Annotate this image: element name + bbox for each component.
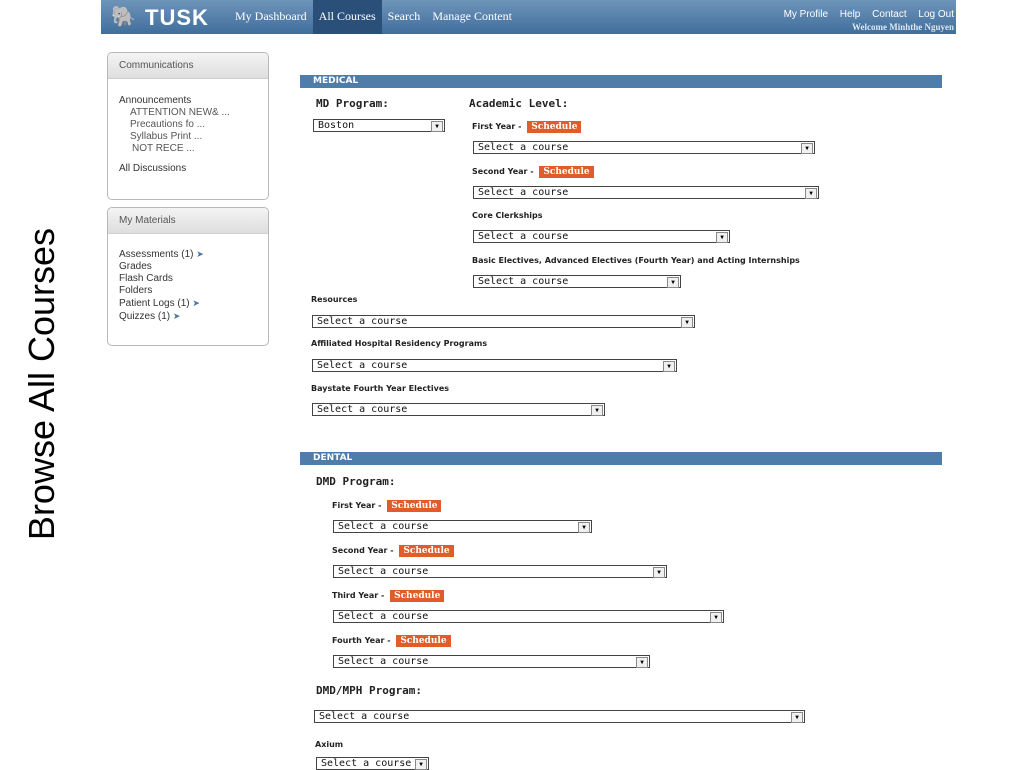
materials-item-flash-cards[interactable]: Flash Cards xyxy=(119,273,257,285)
dental-second-year-select[interactable]: Select a course ▼ xyxy=(333,565,667,578)
baystate-select[interactable]: Select a course ▼ xyxy=(312,403,605,416)
dental-first-year-label: First Year - Schedule xyxy=(332,500,442,512)
announcement-item[interactable]: Precautions fo ... xyxy=(119,119,257,131)
schedule-button[interactable]: Schedule xyxy=(396,635,451,647)
dental-section-bar: DENTAL xyxy=(300,452,942,465)
dropdown-arrow-icon: ▼ xyxy=(431,121,443,132)
second-year-label: Second Year - Schedule xyxy=(472,166,594,178)
main-nav: My Dashboard All Courses Search Manage C… xyxy=(229,0,518,34)
arrow-right-icon: ➤ xyxy=(192,298,200,308)
dropdown-arrow-icon: ▼ xyxy=(578,522,590,533)
dropdown-arrow-icon: ▼ xyxy=(636,657,648,668)
dropdown-arrow-icon: ▼ xyxy=(716,232,728,243)
resources-select[interactable]: Select a course ▼ xyxy=(312,315,695,328)
medical-section-bar: MEDICAL xyxy=(300,75,942,88)
dropdown-arrow-icon: ▼ xyxy=(415,759,427,770)
all-discussions-link[interactable]: All Discussions xyxy=(119,163,257,175)
electives-select[interactable]: Select a course ▼ xyxy=(473,275,681,288)
materials-item-folders[interactable]: Folders xyxy=(119,285,257,297)
materials-item-grades[interactable]: Grades xyxy=(119,261,257,273)
electives-label: Basic Electives, Advanced Electives (Fou… xyxy=(472,256,800,265)
logout-link[interactable]: Log Out xyxy=(918,9,954,20)
schedule-button[interactable]: Schedule xyxy=(387,500,442,512)
announcement-item[interactable]: NOT RECE ... xyxy=(119,143,257,155)
user-links: My Profile Help Contact Log Out xyxy=(775,9,954,20)
affiliated-hospital-select[interactable]: Select a course ▼ xyxy=(312,359,677,372)
dropdown-arrow-icon: ▼ xyxy=(681,317,693,328)
announcement-item[interactable]: ATTENTION NEW& ... xyxy=(119,107,257,119)
academic-level-label: Academic Level: xyxy=(469,97,569,110)
announcements-link[interactable]: Announcements xyxy=(119,95,257,107)
resources-label: Resources xyxy=(311,295,358,304)
announcement-item[interactable]: Syllabus Print ... xyxy=(119,131,257,143)
schedule-button[interactable]: Schedule xyxy=(527,121,582,133)
communications-title: Communications xyxy=(108,53,268,79)
axium-select[interactable]: Select a course ▼ xyxy=(316,757,429,770)
dropdown-arrow-icon: ▼ xyxy=(667,277,679,288)
elephant-icon: 🐘 xyxy=(111,6,136,28)
dropdown-arrow-icon: ▼ xyxy=(591,405,603,416)
second-year-select[interactable]: Select a course ▼ xyxy=(473,186,819,199)
dental-first-year-select[interactable]: Select a course ▼ xyxy=(333,520,592,533)
baystate-label: Baystate Fourth Year Electives xyxy=(311,384,450,393)
dental-third-year-select[interactable]: Select a course ▼ xyxy=(333,610,724,623)
dropdown-arrow-icon: ▼ xyxy=(710,612,722,623)
md-program-select[interactable]: Boston ▼ xyxy=(313,119,445,132)
dropdown-arrow-icon: ▼ xyxy=(801,143,813,154)
my-materials-box: My Materials Assessments (1) ➤ Grades Fl… xyxy=(107,207,269,346)
my-profile-link[interactable]: My Profile xyxy=(784,9,828,20)
dental-third-year-label: Third Year - Schedule xyxy=(332,590,445,602)
materials-item-assessments[interactable]: Assessments (1) ➤ xyxy=(119,248,257,261)
dropdown-arrow-icon: ▼ xyxy=(653,567,665,578)
nav-my-dashboard[interactable]: My Dashboard xyxy=(229,0,313,34)
arrow-right-icon: ➤ xyxy=(196,249,204,259)
arrow-right-icon: ➤ xyxy=(172,311,181,321)
first-year-label: First Year - Schedule xyxy=(472,121,582,133)
materials-item-quizzes[interactable]: Quizzes (1) ➤ xyxy=(119,310,257,323)
top-navigation-bar: 🐘 TUSK My Dashboard All Courses Search M… xyxy=(101,0,956,34)
core-clerkships-label: Core Clerkships xyxy=(472,211,543,220)
md-program-label: MD Program: xyxy=(316,97,389,110)
contact-link[interactable]: Contact xyxy=(872,9,906,20)
core-clerkships-select[interactable]: Select a course ▼ xyxy=(473,230,730,243)
dmd-mph-program-label: DMD/MPH Program: xyxy=(316,684,422,697)
dmd-program-label: DMD Program: xyxy=(316,475,396,488)
dental-fourth-year-select[interactable]: Select a course ▼ xyxy=(333,655,650,668)
dropdown-arrow-icon: ▼ xyxy=(791,712,803,723)
communications-box: Communications Announcements ATTENTION N… xyxy=(107,52,269,200)
dental-second-year-label: Second Year - Schedule xyxy=(332,545,454,557)
first-year-select[interactable]: Select a course ▼ xyxy=(473,141,815,154)
logo-text: TUSK xyxy=(145,5,209,30)
my-materials-title: My Materials xyxy=(108,208,268,234)
welcome-text: Welcome Minhthe Nguyen xyxy=(852,22,954,32)
dropdown-arrow-icon: ▼ xyxy=(805,188,817,199)
schedule-button[interactable]: Schedule xyxy=(399,545,454,557)
help-link[interactable]: Help xyxy=(840,9,861,20)
nav-all-courses[interactable]: All Courses xyxy=(312,0,382,34)
schedule-button[interactable]: Schedule xyxy=(539,166,594,178)
nav-manage-content[interactable]: Manage Content xyxy=(426,0,518,34)
nav-search[interactable]: Search xyxy=(382,0,427,34)
materials-item-patient-logs[interactable]: Patient Logs (1) ➤ xyxy=(119,297,257,310)
dental-fourth-year-label: Fourth Year - Schedule xyxy=(332,635,451,647)
dmd-mph-select[interactable]: Select a course ▼ xyxy=(314,710,805,723)
axium-label: Axium xyxy=(315,740,344,749)
tusk-logo[interactable]: 🐘 TUSK xyxy=(107,0,227,34)
dropdown-arrow-icon: ▼ xyxy=(663,361,675,372)
affiliated-hospital-label: Affiliated Hospital Residency Programs xyxy=(311,339,488,348)
slide-caption: Browse All Courses xyxy=(21,227,62,541)
schedule-button[interactable]: Schedule xyxy=(390,590,445,602)
